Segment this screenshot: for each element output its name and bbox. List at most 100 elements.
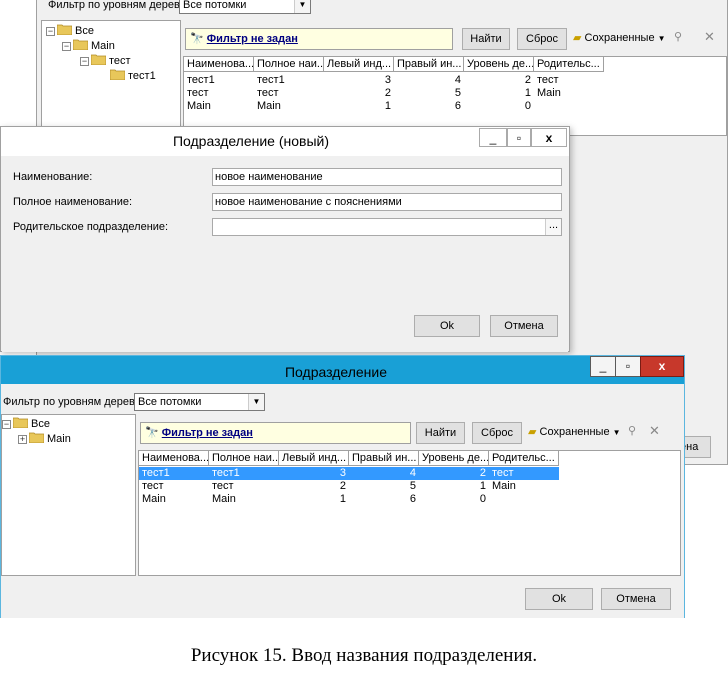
- front-data-grid[interactable]: Наименова... Полное наи... Левый инд... …: [138, 450, 681, 576]
- folder-icon: [13, 417, 28, 428]
- browse-button[interactable]: ...: [545, 219, 561, 235]
- cell-level: 0: [524, 100, 531, 112]
- column-header[interactable]: Наименова...: [184, 57, 254, 72]
- minimize-icon[interactable]: _: [590, 356, 616, 377]
- filter-levels-combo[interactable]: Все потомки ▼: [134, 393, 265, 411]
- tree-panel: − Все + Main: [1, 414, 136, 576]
- filter-link-box[interactable]: 🔭 Фильтр не задан: [140, 422, 411, 444]
- column-header[interactable]: Правый ин...: [394, 57, 464, 72]
- maximize-icon[interactable]: ▫: [615, 356, 641, 377]
- dropdown-arrow-icon[interactable]: ▼: [294, 0, 310, 13]
- filter-link[interactable]: Фильтр не задан: [162, 427, 253, 439]
- column-header[interactable]: Уровень де...: [419, 451, 489, 466]
- cell-parent: Main: [537, 87, 561, 99]
- reset-button[interactable]: Сброс: [517, 28, 567, 50]
- dialog-titlebar[interactable]: Подразделение (новый) _ ▫ x: [1, 127, 569, 156]
- cancel-button[interactable]: Отмена: [490, 315, 558, 337]
- column-header[interactable]: Левый инд...: [324, 57, 394, 72]
- cell-parent: тест: [492, 467, 514, 479]
- name-field[interactable]: новое наименование: [212, 168, 562, 186]
- fullname-label: Полное наименование:: [13, 196, 133, 208]
- pin-icon[interactable]: ⚲: [628, 424, 636, 437]
- filter-levels-value: Все потомки: [183, 0, 247, 11]
- table-row[interactable]: Main Main 1 6 0: [184, 100, 604, 113]
- column-header[interactable]: Полное наи...: [209, 451, 279, 466]
- tree-node-main[interactable]: − Main: [62, 39, 115, 53]
- cell-right-index: 6: [454, 100, 461, 112]
- binoculars-icon: 🔭: [145, 427, 159, 439]
- filter-link[interactable]: Фильтр не задан: [207, 33, 298, 45]
- column-header[interactable]: Правый ин...: [349, 451, 419, 466]
- collapse-icon[interactable]: −: [46, 27, 55, 36]
- column-header[interactable]: Наименова...: [139, 451, 209, 466]
- collapse-icon[interactable]: −: [80, 57, 89, 66]
- maximize-icon[interactable]: ▫: [507, 128, 531, 147]
- column-header[interactable]: Родительс...: [534, 57, 604, 72]
- front-titlebar[interactable]: Подразделение _ ▫ x: [1, 356, 684, 384]
- cancel-button[interactable]: Отмена: [601, 588, 671, 610]
- tree-node-label: Все: [75, 25, 94, 37]
- tree-node-test[interactable]: − тест: [80, 54, 131, 68]
- saved-filters-label: Сохраненные: [539, 426, 610, 438]
- back-data-grid[interactable]: Наименова... Полное наи... Левый инд... …: [183, 56, 727, 136]
- cell-left-index: 3: [384, 74, 391, 86]
- tree-node-all[interactable]: − Все: [2, 417, 50, 431]
- column-header[interactable]: Полное наи...: [254, 57, 324, 72]
- close-icon[interactable]: x: [531, 128, 567, 147]
- filter-levels-label: Фильтр по уровням дерева:: [3, 396, 144, 408]
- parent-field[interactable]: ...: [212, 218, 562, 236]
- tree-node-label: Main: [91, 40, 115, 52]
- tree-node-label: тест: [109, 55, 131, 67]
- table-row[interactable]: тест1 тест1 3 4 2 тест: [184, 74, 604, 87]
- cell-fullname: Main: [257, 100, 281, 112]
- close-icon[interactable]: x: [640, 356, 684, 377]
- saved-filters-icon: ▰: [528, 426, 537, 438]
- filter-levels-combo[interactable]: Все потомки ▼: [179, 0, 311, 14]
- cell-name: тест: [187, 87, 209, 99]
- cell-right-index: 4: [409, 467, 416, 479]
- saved-filters-dropdown[interactable]: ▰ Сохраненные ▼: [573, 31, 666, 44]
- collapse-icon[interactable]: −: [62, 42, 71, 51]
- table-row[interactable]: тест тест 2 5 1 Main: [184, 87, 604, 100]
- minimize-icon[interactable]: _: [479, 128, 507, 147]
- folder-icon: [29, 432, 44, 443]
- close-icon[interactable]: ✕: [649, 423, 660, 439]
- saved-filters-dropdown[interactable]: ▰ Сохраненные ▼: [528, 425, 621, 438]
- cell-parent: [534, 100, 604, 113]
- folder-icon: [73, 39, 88, 50]
- table-row[interactable]: тест тест 2 5 1 Main: [139, 480, 559, 493]
- cell-level: 2: [524, 74, 531, 86]
- fullname-field[interactable]: новое наименование с пояснениями: [212, 193, 562, 211]
- expand-icon[interactable]: +: [18, 435, 27, 444]
- binoculars-icon: 🔭: [190, 33, 204, 45]
- tree-node-test1[interactable]: тест1: [110, 69, 156, 83]
- cell-right-index: 5: [409, 480, 416, 492]
- dialog-body: Наименование: новое наименование Полное …: [2, 156, 568, 352]
- cell-left-index: 1: [339, 493, 346, 505]
- cell-name: Main: [187, 100, 211, 112]
- grid-header: Наименова... Полное наи... Левый инд... …: [139, 451, 559, 466]
- cell-level: 1: [479, 480, 486, 492]
- dropdown-arrow-icon[interactable]: ▼: [248, 394, 264, 410]
- find-button[interactable]: Найти: [416, 422, 465, 444]
- filter-link-box[interactable]: 🔭 Фильтр не задан: [185, 28, 453, 50]
- tree-node-all[interactable]: − Все: [46, 24, 94, 38]
- find-button[interactable]: Найти: [462, 28, 510, 50]
- collapse-icon[interactable]: −: [2, 420, 11, 429]
- ok-button[interactable]: Ok: [414, 315, 480, 337]
- column-header[interactable]: Уровень де...: [464, 57, 534, 72]
- cell-fullname: тест: [257, 87, 279, 99]
- pin-icon[interactable]: ⚲: [674, 30, 682, 43]
- reset-button[interactable]: Сброс: [472, 422, 522, 444]
- name-label: Наименование:: [13, 171, 93, 183]
- fullname-field-value: новое наименование с пояснениями: [215, 196, 402, 208]
- column-header[interactable]: Левый инд...: [279, 451, 349, 466]
- column-header[interactable]: Родительс...: [489, 451, 559, 466]
- close-icon[interactable]: ✕: [704, 29, 715, 45]
- table-row[interactable]: Main Main 1 6 0: [139, 493, 559, 506]
- ok-button[interactable]: Ok: [525, 588, 593, 610]
- tree-node-main[interactable]: + Main: [18, 432, 71, 446]
- cell-parent: тест: [537, 74, 559, 86]
- table-row-selected[interactable]: тест1 тест1 3 4 2 тест: [139, 467, 559, 480]
- parent-label: Родительское подразделение:: [13, 221, 169, 233]
